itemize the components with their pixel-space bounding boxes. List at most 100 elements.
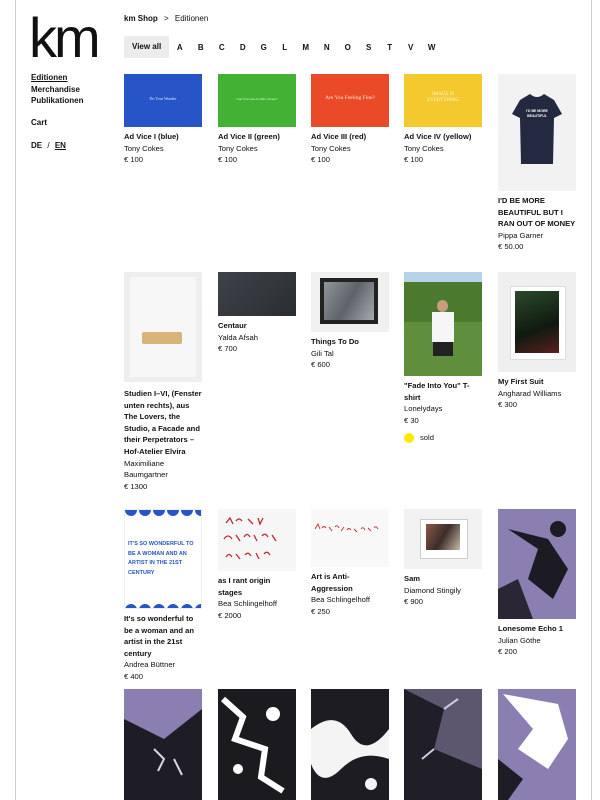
product-title[interactable]: Ad Vice IV (yellow) bbox=[404, 131, 482, 143]
product-title[interactable]: Ad Vice III (red) bbox=[311, 131, 389, 143]
splatter-pattern-icon bbox=[404, 689, 482, 800]
product-artist: Andrea Büttner bbox=[124, 660, 176, 670]
product-card: Ad Vice IV (yellow) Tony Cokes € 100 bbox=[404, 131, 482, 166]
filter-letter-o[interactable]: O bbox=[337, 43, 358, 52]
filter-letter-l[interactable]: L bbox=[274, 43, 295, 52]
product-image-row4-1[interactable] bbox=[124, 689, 202, 800]
product-image-ad-vice-green[interactable]: Can You Get A Little Closer? bbox=[218, 74, 296, 127]
product-image-row4-3[interactable] bbox=[311, 689, 389, 800]
filter-letter-b[interactable]: B bbox=[190, 43, 211, 52]
splatter-pattern-icon bbox=[311, 720, 389, 790]
splatter-pattern-icon bbox=[498, 509, 576, 619]
product-image-as-i-rant[interactable] bbox=[218, 509, 296, 571]
product-artist: Diamond Stingily bbox=[404, 585, 461, 595]
frame-right-line bbox=[591, 0, 592, 800]
product-card: Ad Vice III (red) Tony Cokes € 100 bbox=[311, 131, 389, 166]
product-artist: Julian Göthe bbox=[498, 635, 541, 645]
product-price: € 700 bbox=[218, 344, 238, 354]
product-title[interactable]: Things To Do bbox=[311, 336, 389, 348]
product-image-row4-2[interactable] bbox=[218, 689, 296, 800]
nav-item-editionen[interactable]: Editionen bbox=[31, 72, 83, 84]
filter-letter-a[interactable]: A bbox=[169, 43, 190, 52]
filter-letter-w[interactable]: W bbox=[421, 43, 442, 52]
product-title[interactable]: Sam bbox=[404, 573, 482, 585]
product-image-lonesome-echo[interactable] bbox=[498, 509, 576, 619]
frame-left-line bbox=[15, 0, 16, 800]
product-title[interactable]: Lonesome Echo 1 bbox=[498, 623, 576, 635]
person-shirt-image bbox=[432, 312, 454, 342]
nav-item-merchandise[interactable]: Merchandise bbox=[31, 84, 83, 96]
breadcrumb-separator: > bbox=[164, 14, 169, 23]
product-image-my-first-suit[interactable] bbox=[498, 272, 576, 372]
filter-letter-s[interactable]: S bbox=[358, 43, 379, 52]
product-title[interactable]: Centaur bbox=[218, 320, 296, 332]
nav-item-publikationen[interactable]: Publikationen bbox=[31, 95, 83, 107]
product-image-anti-aggression[interactable] bbox=[311, 509, 389, 567]
breadcrumb-shop[interactable]: km Shop bbox=[124, 14, 158, 23]
person-shorts-image bbox=[433, 342, 453, 356]
lang-separator: / bbox=[47, 141, 50, 150]
sold-indicator: sold bbox=[404, 432, 482, 444]
product-price: € 250 bbox=[311, 606, 331, 616]
product-title[interactable]: as I rant origin stages bbox=[218, 575, 296, 598]
product-image-centaur[interactable] bbox=[218, 272, 296, 316]
product-image-caption: Do Your Wonder bbox=[149, 96, 177, 101]
paper-sheet-image bbox=[130, 277, 196, 377]
product-card: I'D BE MORE BEAUTIFUL BUT I RAN OUT OF M… bbox=[498, 195, 576, 253]
product-image-fade-into-you[interactable] bbox=[404, 272, 482, 376]
lang-en[interactable]: EN bbox=[55, 141, 66, 150]
product-image-caption: IT'S SO WONDERFUL TO BE A WOMAN AND AN A… bbox=[128, 541, 194, 576]
product-image-studien[interactable] bbox=[124, 272, 202, 382]
filter-letter-g[interactable]: G bbox=[253, 43, 274, 52]
product-artist: Tony Cokes bbox=[124, 143, 164, 153]
product-price: € 900 bbox=[404, 597, 424, 607]
filter-letter-t[interactable]: T bbox=[379, 43, 400, 52]
product-price: € 400 bbox=[124, 671, 144, 681]
product-image-tshirt-pippa[interactable]: I'D BE MORE BEAUTIFUL bbox=[498, 74, 576, 191]
product-title[interactable]: My First Suit bbox=[498, 376, 576, 388]
product-title[interactable]: Art is Anti-Aggression bbox=[311, 571, 389, 594]
filter-view-all-button[interactable]: View all bbox=[124, 36, 170, 58]
language-switch: DE / EN bbox=[31, 141, 66, 150]
filter-letter-m[interactable]: M bbox=[295, 43, 316, 52]
product-artist: Maximiliane Baumgartner bbox=[124, 458, 168, 480]
product-price: € 300 bbox=[498, 400, 518, 410]
product-image-ad-vice-blue[interactable]: Do Your Wonder bbox=[124, 74, 202, 127]
product-card: Sam Diamond Stingily € 900 bbox=[404, 573, 482, 608]
filter-letter-c[interactable]: C bbox=[211, 43, 232, 52]
product-image-things-to-do[interactable] bbox=[311, 272, 389, 332]
product-image-sam[interactable] bbox=[404, 509, 482, 569]
product-title[interactable]: It's so wonderful to be a woman and an a… bbox=[124, 613, 202, 659]
product-artist: Lonelydays bbox=[404, 404, 443, 414]
product-image-row4-5[interactable] bbox=[498, 689, 576, 800]
product-price: € 600 bbox=[311, 360, 331, 370]
product-title[interactable]: Ad Vice II (green) bbox=[218, 131, 296, 143]
product-card: Ad Vice II (green) Tony Cokes € 100 bbox=[218, 131, 296, 166]
product-image-ad-vice-red[interactable]: Are You Feeling Fine? bbox=[311, 74, 389, 127]
product-image-so-wonderful[interactable]: IT'S SO WONDERFUL TO BE A WOMAN AND AN A… bbox=[124, 509, 202, 609]
tshirt-icon bbox=[512, 94, 562, 164]
cart-link[interactable]: Cart bbox=[31, 118, 47, 127]
filter-letter-n[interactable]: N bbox=[316, 43, 337, 52]
print-content-image bbox=[515, 291, 559, 353]
filter-letter-v[interactable]: V bbox=[400, 43, 421, 52]
product-image-ad-vice-yellow[interactable]: IMAGE IS EVERYTHING bbox=[404, 74, 482, 127]
product-price: € 100 bbox=[124, 155, 144, 165]
product-title[interactable]: Ad Vice I (blue) bbox=[124, 131, 202, 143]
breadcrumb: km Shop > Editionen bbox=[124, 14, 208, 23]
product-title[interactable]: "Fade Into You" T-shirt bbox=[404, 380, 482, 403]
lang-de[interactable]: DE bbox=[31, 141, 42, 150]
sold-label: sold bbox=[420, 433, 434, 443]
product-card: Studien I–VI, (Fenster unten rechts), au… bbox=[124, 388, 202, 492]
product-image-row4-4[interactable] bbox=[404, 689, 482, 800]
product-artist: Tony Cokes bbox=[404, 143, 444, 153]
filter-letter-d[interactable]: D bbox=[232, 43, 253, 52]
product-artist: Angharad Williams bbox=[498, 388, 562, 398]
product-title[interactable]: Studien I–VI, (Fenster unten rechts), au… bbox=[124, 388, 202, 458]
product-card: Centaur Yalda Afsah € 700 bbox=[218, 320, 296, 355]
handwritten-marks-icon bbox=[314, 522, 379, 533]
product-title[interactable]: I'D BE MORE BEAUTIFUL BUT I RAN OUT OF M… bbox=[498, 195, 576, 230]
sold-dot-icon bbox=[404, 433, 414, 444]
logo[interactable]: km bbox=[29, 10, 101, 66]
product-artist: Bea Schlingelhoff bbox=[311, 595, 370, 605]
